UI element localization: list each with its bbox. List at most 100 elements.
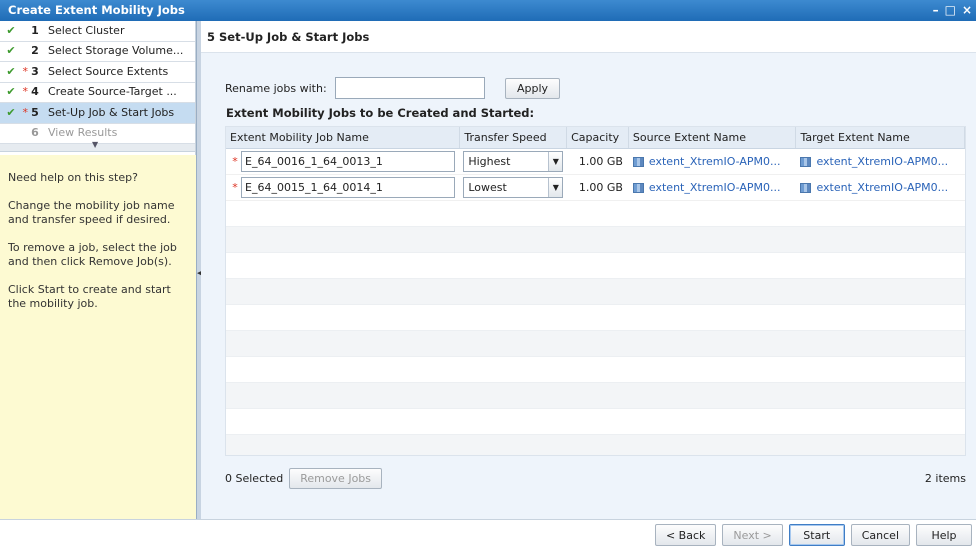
steps-collapse-bar[interactable]: ▼ bbox=[0, 140, 195, 152]
checkmark-icon: ✔ bbox=[6, 44, 16, 58]
checkmark-icon: ✔ bbox=[6, 23, 16, 37]
window-title: Create Extent Mobility Jobs bbox=[8, 3, 185, 17]
next-button[interactable]: Next > bbox=[722, 524, 783, 546]
main-panel: 5 Set-Up Job & Start Jobs Rename jobs wi… bbox=[201, 21, 976, 519]
help-text: To remove a job, select the job and then… bbox=[8, 241, 177, 268]
transfer-speed-select[interactable]: Highest ▼ bbox=[463, 151, 564, 172]
source-extent-cell[interactable]: extent_XtremIO-APM0... bbox=[629, 181, 797, 194]
table-row[interactable]: * E_64_0015_1_64_0014_1 Lowest ▼ 1.00 GB exte… bbox=[226, 175, 965, 201]
table-header: Extent Mobility Job Name Transfer Speed … bbox=[226, 127, 965, 149]
chevron-down-icon[interactable]: ▼ bbox=[548, 152, 563, 171]
apply-button[interactable]: Apply bbox=[505, 77, 560, 99]
remove-jobs-button[interactable]: Remove Jobs bbox=[289, 468, 383, 489]
close-icon[interactable]: × bbox=[962, 0, 972, 21]
start-button[interactable]: Start bbox=[788, 524, 845, 546]
wizard-step-3[interactable]: ✔ * 3 Select Source Extents bbox=[0, 62, 195, 83]
empty-row bbox=[226, 253, 965, 279]
wizard-nav: < Back Next > Start Cancel Help bbox=[654, 524, 972, 546]
transfer-speed-cell: Highest ▼ bbox=[460, 151, 567, 172]
step-number: 3 bbox=[31, 64, 39, 78]
job-name-cell: * E_64_0016_1_64_0013_1 bbox=[226, 151, 460, 172]
column-header-job-name[interactable]: Extent Mobility Job Name bbox=[226, 127, 461, 148]
rename-input[interactable] bbox=[335, 77, 485, 99]
checkmark-icon: ✔ bbox=[6, 64, 16, 78]
empty-row bbox=[226, 357, 965, 383]
step-number: 5 bbox=[31, 105, 39, 119]
target-extent-link[interactable]: extent_XtremIO-APM0... bbox=[816, 155, 948, 168]
wizard-button-bar: < Back Next > Start Cancel Help bbox=[0, 519, 976, 549]
target-extent-cell[interactable]: extent_XtremIO-APM0... bbox=[796, 155, 965, 168]
extent-icon bbox=[800, 156, 812, 167]
column-header-capacity[interactable]: Capacity bbox=[567, 127, 629, 148]
wizard-steps: ✔ 1 Select Cluster ✔ 2 Select Storage Volume.… bbox=[0, 21, 195, 144]
empty-row bbox=[226, 409, 965, 435]
chevron-down-icon[interactable]: ▼ bbox=[92, 140, 98, 149]
step-label: Select Source Extents bbox=[48, 64, 169, 78]
step-label: Set-Up Job & Start Jobs bbox=[48, 105, 175, 119]
job-name-input[interactable]: E_64_0015_1_64_0014_1 bbox=[241, 177, 455, 198]
step-label: Create Source-Target ... bbox=[48, 85, 177, 99]
empty-row bbox=[226, 201, 965, 227]
transfer-speed-cell: Lowest ▼ bbox=[460, 177, 567, 198]
chevron-down-icon[interactable]: ▼ bbox=[548, 178, 563, 197]
table-body: * E_64_0016_1_64_0013_1 Highest ▼ 1.00 GB ext… bbox=[226, 149, 965, 455]
help-button[interactable]: Help bbox=[916, 524, 972, 546]
wizard-step-4[interactable]: ✔ * 4 Create Source-Target ... bbox=[0, 83, 195, 103]
step-number: 6 bbox=[31, 126, 39, 140]
help-text: Change the mobility job name and transfe… bbox=[8, 199, 175, 226]
step-label: View Results bbox=[48, 126, 118, 140]
checkmark-icon: ✔ bbox=[6, 105, 16, 119]
column-header-source-extent[interactable]: Source Extent Name bbox=[629, 127, 797, 148]
required-icon: * bbox=[22, 64, 29, 78]
wizard-step-1[interactable]: ✔ 1 Select Cluster bbox=[0, 21, 195, 42]
target-extent-cell[interactable]: extent_XtremIO-APM0... bbox=[796, 181, 965, 194]
table-footer: 0 Selected Remove Jobs 2 items bbox=[225, 468, 966, 489]
capacity-cell: 1.00 GB bbox=[578, 181, 623, 194]
empty-row bbox=[226, 435, 965, 455]
target-extent-link[interactable]: extent_XtremIO-APM0... bbox=[816, 181, 948, 194]
window-controls: – □ × bbox=[933, 0, 972, 21]
item-count: 2 items bbox=[924, 472, 966, 485]
column-header-target-extent[interactable]: Target Extent Name bbox=[796, 127, 965, 148]
minimize-icon[interactable]: – bbox=[933, 0, 939, 21]
back-button[interactable]: < Back bbox=[654, 524, 717, 546]
table-row[interactable]: * E_64_0016_1_64_0013_1 Highest ▼ 1.00 GB ext… bbox=[226, 149, 965, 175]
page-title: 5 Set-Up Job & Start Jobs bbox=[201, 21, 976, 53]
step-number: 1 bbox=[31, 23, 39, 37]
step-number: 2 bbox=[31, 44, 39, 58]
extent-icon bbox=[632, 156, 644, 167]
wizard-step-2[interactable]: ✔ 2 Select Storage Volume... bbox=[0, 42, 195, 62]
extent-icon bbox=[800, 182, 812, 193]
help-heading: Need help on this step? bbox=[8, 171, 138, 184]
window-titlebar: Create Extent Mobility Jobs – □ × bbox=[0, 0, 976, 21]
job-name-input[interactable]: E_64_0016_1_64_0013_1 bbox=[241, 151, 455, 172]
step-label: Select Cluster bbox=[48, 23, 125, 37]
help-panel: Need help on this step? Change the mobil… bbox=[0, 155, 196, 519]
capacity-cell: 1.00 GB bbox=[578, 155, 623, 168]
transfer-speed-value: Lowest bbox=[468, 181, 507, 194]
wizard-sidebar: ✔ 1 Select Cluster ✔ 2 Select Storage Volume.… bbox=[0, 21, 196, 519]
empty-row bbox=[226, 279, 965, 305]
rename-label: Rename jobs with: bbox=[225, 81, 327, 95]
step-label: Select Storage Volume... bbox=[48, 44, 184, 58]
jobs-table: Extent Mobility Job Name Transfer Speed … bbox=[225, 126, 966, 456]
transfer-speed-value: Highest bbox=[468, 155, 511, 168]
empty-row bbox=[226, 331, 965, 357]
selected-count: 0 Selected bbox=[225, 472, 284, 485]
cancel-button[interactable]: Cancel bbox=[850, 524, 910, 546]
maximize-icon[interactable]: □ bbox=[945, 0, 956, 21]
rename-row: Rename jobs with: Apply bbox=[225, 77, 560, 99]
source-extent-link[interactable]: extent_XtremIO-APM0... bbox=[649, 155, 781, 168]
source-extent-link[interactable]: extent_XtremIO-APM0... bbox=[649, 181, 781, 194]
checkmark-icon: ✔ bbox=[6, 85, 16, 99]
transfer-speed-select[interactable]: Lowest ▼ bbox=[463, 177, 564, 198]
required-icon: * bbox=[232, 155, 238, 168]
column-header-transfer-speed[interactable]: Transfer Speed bbox=[460, 127, 568, 148]
source-extent-cell[interactable]: extent_XtremIO-APM0... bbox=[629, 155, 797, 168]
wizard-step-5[interactable]: ✔ * 5 Set-Up Job & Start Jobs bbox=[0, 103, 195, 124]
empty-row bbox=[226, 383, 965, 409]
step-number: 4 bbox=[31, 85, 39, 99]
section-title: Extent Mobility Jobs to be Created and S… bbox=[226, 106, 535, 120]
extent-icon bbox=[632, 182, 644, 193]
job-name-cell: * E_64_0015_1_64_0014_1 bbox=[226, 177, 460, 198]
